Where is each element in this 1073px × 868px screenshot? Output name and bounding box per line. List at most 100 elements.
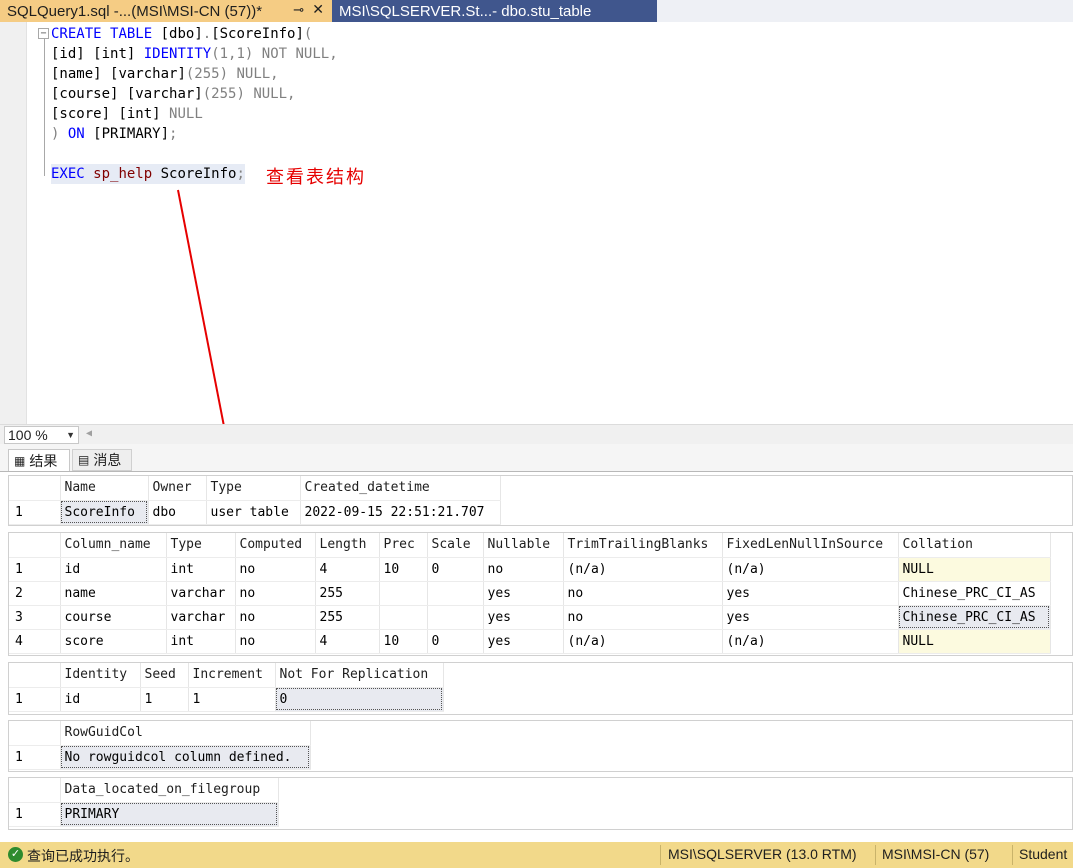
grid-header-row: Column_name Type Computed Length Prec Sc…	[9, 533, 1051, 558]
grid-header-row: RowGuidCol	[9, 721, 311, 746]
column-header[interactable]: Length	[315, 533, 380, 558]
result-grid-columns[interactable]: Column_name Type Computed Length Prec Sc…	[8, 532, 1073, 656]
column-header[interactable]: Seed	[140, 663, 189, 688]
grid-cell[interactable]: no	[235, 557, 316, 582]
grid-cell[interactable]: PRIMARY	[60, 802, 279, 827]
zoom-value: 100 %	[8, 427, 48, 443]
grid-cell[interactable]: no	[235, 581, 316, 606]
result-grid-table-info[interactable]: Name Owner Type Created_datetime 1 Score…	[8, 475, 1073, 526]
grid-cell[interactable]: Chinese_PRC_CI_AS	[898, 581, 1051, 606]
tab-messages-label: 消息	[93, 452, 122, 468]
table-row[interactable]: 1 ScoreInfo dbo user table 2022-09-15 22…	[9, 500, 501, 525]
grid-cell[interactable]: NULL	[898, 557, 1051, 582]
grid-cell[interactable]: 1	[188, 687, 276, 712]
tab-results-label: 结果	[29, 452, 58, 469]
grid-cell[interactable]: varchar	[166, 605, 236, 630]
grid-cell[interactable]: (n/a)	[563, 557, 723, 582]
status-separator	[660, 845, 661, 865]
column-header[interactable]: Increment	[188, 663, 276, 688]
grid-cell[interactable]: No rowguidcol column defined.	[60, 745, 311, 770]
result-grid-identity[interactable]: Identity Seed Increment Not For Replicat…	[8, 662, 1073, 715]
grid-cell[interactable]: 1	[140, 687, 189, 712]
grid-cell[interactable]: score	[60, 629, 167, 654]
grid-cell[interactable]: 0	[275, 687, 444, 712]
tab-results[interactable]: ▦ 结果	[8, 449, 70, 471]
grid-cell[interactable]: yes	[722, 581, 899, 606]
column-header[interactable]: Created_datetime	[300, 476, 501, 501]
grid-cell[interactable]: Chinese_PRC_CI_AS	[898, 605, 1051, 630]
grid-cell[interactable]: 10	[379, 557, 428, 582]
column-header[interactable]: Name	[60, 476, 149, 501]
table-row[interactable]: 1 id 1 1 0	[9, 687, 444, 712]
result-grid-filegroup[interactable]: Data_located_on_filegroup 1 PRIMARY	[8, 777, 1073, 830]
column-header[interactable]: Scale	[427, 533, 484, 558]
table-row[interactable]: 1 PRIMARY	[9, 802, 279, 827]
grid-cell[interactable]: 4	[315, 557, 380, 582]
zoom-select[interactable]: 100 % ▼	[4, 426, 79, 444]
status-message: 查询已成功执行。	[27, 848, 139, 864]
column-header[interactable]: TrimTrailingBlanks	[563, 533, 723, 558]
grid-cell[interactable]: 4	[315, 629, 380, 654]
column-header[interactable]: Type	[166, 533, 236, 558]
grid-cell[interactable]: NULL	[898, 629, 1051, 654]
column-header[interactable]: Prec	[379, 533, 428, 558]
row-header-corner	[9, 663, 61, 688]
grid-cell[interactable]: varchar	[166, 581, 236, 606]
grid-cell[interactable]: 0	[427, 557, 484, 582]
row-number: 2	[9, 581, 61, 606]
grid-header-row: Identity Seed Increment Not For Replicat…	[9, 663, 444, 688]
result-grid-rowguidcol[interactable]: RowGuidCol 1 No rowguidcol column define…	[8, 720, 1073, 772]
grid-cell[interactable]: 0	[427, 629, 484, 654]
grid-cell[interactable]: no	[235, 605, 316, 630]
grid-cell[interactable]: 255	[315, 581, 380, 606]
grid-cell[interactable]: yes	[483, 605, 564, 630]
table-row[interactable]: 2 name varchar no 255 yes no yes Chinese…	[9, 581, 1051, 606]
column-header[interactable]: FixedLenNullInSource	[722, 533, 899, 558]
grid-cell[interactable]: yes	[722, 605, 899, 630]
table-row[interactable]: 1 id int no 4 10 0 no (n/a) (n/a) NULL	[9, 557, 1051, 582]
column-header[interactable]: Data_located_on_filegroup	[60, 778, 279, 803]
row-header-corner	[9, 721, 61, 746]
grid-cell[interactable]: course	[60, 605, 167, 630]
grid-cell[interactable]: no	[235, 629, 316, 654]
grid-cell[interactable]: 2022-09-15 22:51:21.707	[300, 500, 501, 525]
column-header[interactable]: Collation	[898, 533, 1051, 558]
grid-cell[interactable]: no	[563, 581, 723, 606]
column-header[interactable]: RowGuidCol	[60, 721, 311, 746]
scroll-left-icon[interactable]: ◀	[86, 428, 92, 439]
grid-cell[interactable]: (n/a)	[722, 629, 899, 654]
grid-cell[interactable]	[379, 605, 428, 630]
grid-cell[interactable]: dbo	[148, 500, 207, 525]
grid-cell[interactable]	[379, 581, 428, 606]
grid-cell[interactable]: 255	[315, 605, 380, 630]
grid-cell[interactable]: yes	[483, 629, 564, 654]
grid-cell[interactable]: (n/a)	[722, 557, 899, 582]
column-header[interactable]: Column_name	[60, 533, 167, 558]
result-tabs: ▦ 结果 ▤ 消息	[0, 444, 1073, 471]
row-number: 1	[9, 802, 61, 827]
grid-cell[interactable]: name	[60, 581, 167, 606]
grid-cell[interactable]: yes	[483, 581, 564, 606]
column-header[interactable]: Identity	[60, 663, 141, 688]
table-row[interactable]: 3 course varchar no 255 yes no yes Chine…	[9, 605, 1051, 630]
tab-messages[interactable]: ▤ 消息	[72, 449, 132, 471]
column-header[interactable]: Type	[206, 476, 301, 501]
column-header[interactable]: Not For Replication	[275, 663, 444, 688]
column-header[interactable]: Computed	[235, 533, 316, 558]
grid-cell[interactable]: user table	[206, 500, 301, 525]
table-row[interactable]: 4 score int no 4 10 0 yes (n/a) (n/a) NU…	[9, 629, 1051, 654]
grid-cell[interactable]: no	[563, 605, 723, 630]
grid-cell[interactable]: (n/a)	[563, 629, 723, 654]
grid-cell[interactable]	[427, 605, 484, 630]
grid-cell[interactable]	[427, 581, 484, 606]
grid-cell[interactable]: ScoreInfo	[60, 500, 149, 525]
column-header[interactable]: Owner	[148, 476, 207, 501]
grid-cell[interactable]: int	[166, 629, 236, 654]
grid-cell[interactable]: id	[60, 687, 141, 712]
grid-cell[interactable]: id	[60, 557, 167, 582]
table-row[interactable]: 1 No rowguidcol column defined.	[9, 745, 311, 770]
grid-cell[interactable]: no	[483, 557, 564, 582]
column-header[interactable]: Nullable	[483, 533, 564, 558]
grid-cell[interactable]: int	[166, 557, 236, 582]
grid-cell[interactable]: 10	[379, 629, 428, 654]
